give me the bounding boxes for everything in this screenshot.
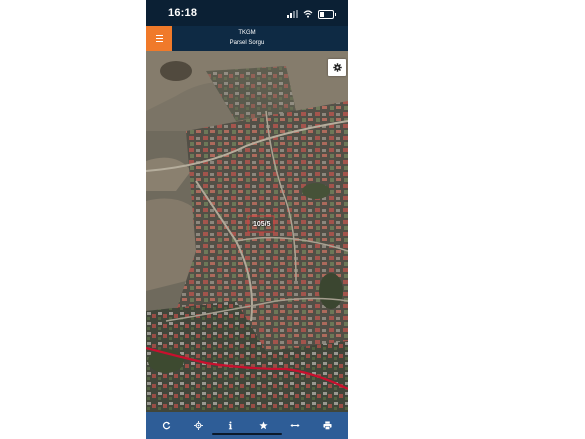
map-imagery — [146, 51, 348, 412]
phone-frame: 16:18 TKGM Parsel Sorgu 105/5 — [146, 0, 348, 439]
battery-icon — [318, 9, 336, 19]
satellite-map[interactable]: 105/5 — [146, 51, 348, 412]
measure-button[interactable] — [286, 417, 304, 435]
star-icon — [259, 421, 268, 430]
measure-icon — [290, 423, 301, 428]
refresh-icon — [162, 421, 170, 430]
settings-button[interactable] — [328, 59, 346, 76]
status-time: 16:18 — [168, 7, 198, 19]
app-header: TKGM Parsel Sorgu — [146, 26, 348, 51]
print-button[interactable] — [319, 417, 337, 435]
wifi-icon — [303, 10, 313, 18]
favorite-button[interactable] — [254, 417, 272, 435]
locate-button[interactable] — [189, 417, 207, 435]
info-icon — [229, 421, 233, 430]
cellular-signal-icon — [287, 10, 298, 18]
print-icon — [323, 421, 332, 430]
status-bar: 16:18 — [146, 0, 348, 26]
info-button[interactable] — [222, 417, 240, 435]
app-subtitle: Parsel Sorgu — [229, 40, 265, 46]
gear-icon — [332, 63, 342, 72]
home-indicator — [212, 433, 282, 435]
app-title: TKGM — [238, 30, 256, 36]
locate-icon — [193, 421, 203, 430]
status-icons — [287, 9, 336, 19]
parcel-label[interactable]: 105/5 — [253, 221, 271, 228]
refresh-button[interactable] — [157, 417, 175, 435]
